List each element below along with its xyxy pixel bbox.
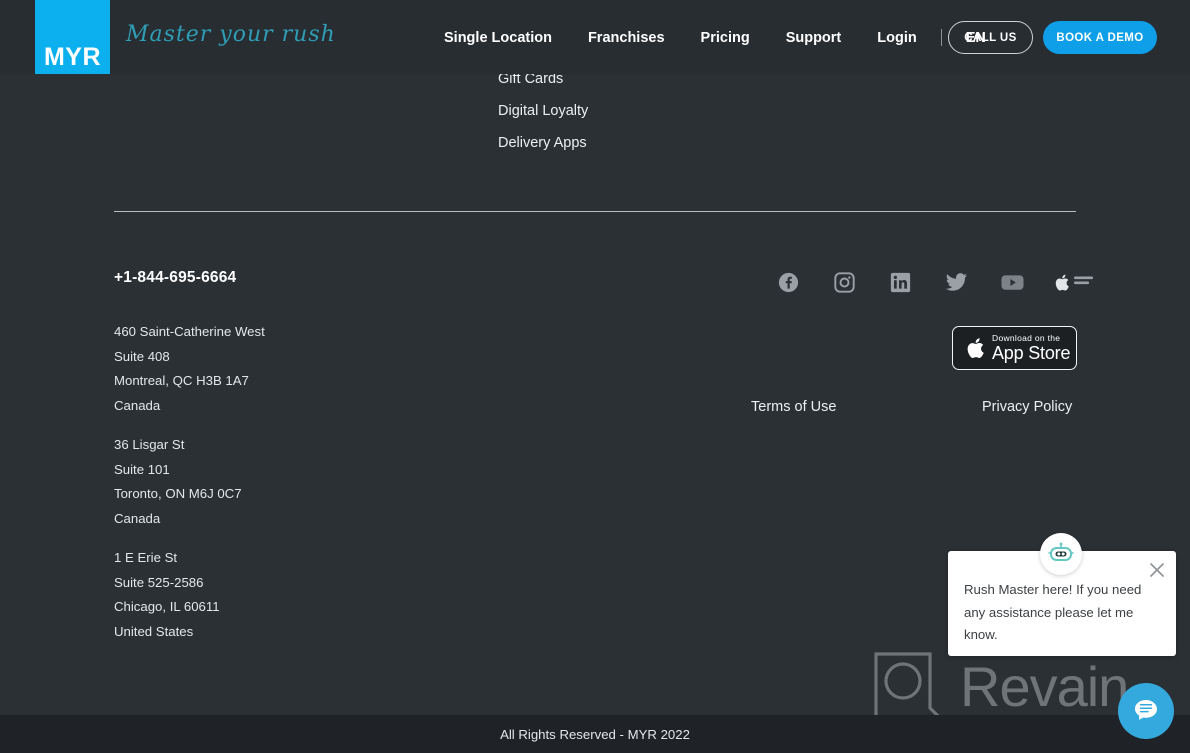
tagline: Master your rush [126, 22, 336, 47]
nav-support[interactable]: Support [786, 30, 842, 46]
app-store-badge[interactable]: Download on the App Store [952, 326, 1077, 370]
nav-single-location[interactable]: Single Location [444, 30, 552, 46]
chat-bot-avatar[interactable] [1040, 533, 1082, 575]
chat-message-text: Rush Master here! If you need any assist… [964, 582, 1142, 642]
app-store-badge-small: Download on the [992, 332, 1061, 343]
facebook-icon[interactable] [776, 270, 800, 294]
revain-logo-icon [872, 650, 946, 724]
nav-login[interactable]: Login [877, 30, 916, 46]
apple-authorized-reseller-icon[interactable] [1054, 270, 1096, 294]
chat-close-icon[interactable] [1148, 561, 1166, 579]
address-line: Chicago, IL 60611 [114, 599, 220, 614]
nav-pricing[interactable]: Pricing [701, 30, 750, 46]
revain-wordmark: Revain [960, 655, 1129, 718]
revain-watermark: Revain [872, 650, 1129, 724]
address-line: Canada [114, 510, 161, 526]
main-nav: Single Location Franchises Pricing Suppo… [444, 29, 986, 46]
myr-logo[interactable]: MYR [35, 0, 110, 74]
address-line: Toronto, ON M6J 0C7 [114, 486, 242, 501]
privacy-policy-link[interactable]: Privacy Policy [982, 399, 1072, 415]
footer-divider [114, 211, 1076, 212]
footer-link-digital-loyalty[interactable]: Digital Loyalty [498, 103, 588, 119]
address-line: 1 E Erie St [114, 550, 178, 565]
book-a-demo-button[interactable]: BOOK A DEMO [1043, 21, 1157, 54]
address-line: Canada [114, 397, 161, 413]
address-line: United States [114, 623, 194, 639]
call-us-button[interactable]: CALL US [948, 21, 1033, 54]
address-line: 36 Lisgar St [114, 437, 185, 452]
apple-logo-icon [963, 335, 985, 361]
terms-of-use-link[interactable]: Terms of Use [751, 399, 836, 415]
address-line: Suite 525-2586 [114, 574, 204, 590]
copyright-text: All Rights Reserved - MYR 2022 [500, 726, 690, 742]
nav-franchises[interactable]: Franchises [588, 30, 665, 46]
site-header: MYR Master your rush Single Location Fra… [0, 0, 1190, 74]
address-line: Suite 101 [114, 461, 170, 477]
address-line: 460 Saint-Catherine West [114, 324, 265, 339]
phone-number[interactable]: +1-844-695-6664 [114, 269, 236, 287]
instagram-icon[interactable] [832, 270, 856, 294]
address-toronto: 36 Lisgar St Suite 101 Toronto, ON M6J 0… [114, 437, 242, 535]
copyright-bar: All Rights Reserved - MYR 2022 [0, 715, 1190, 753]
myr-logo-text: MYR [43, 43, 102, 71]
footer-links-column: Gift Cards Digital Loyalty Delivery Apps [498, 71, 588, 167]
social-links [776, 270, 1096, 294]
footer-link-delivery-apps[interactable]: Delivery Apps [498, 135, 588, 151]
address-montreal: 460 Saint-Catherine West Suite 408 Montr… [114, 324, 265, 422]
youtube-icon[interactable] [1000, 270, 1024, 294]
app-store-badge-text: Download on the App Store [992, 332, 1071, 363]
linkedin-icon[interactable] [888, 270, 912, 294]
twitter-icon[interactable] [944, 270, 968, 294]
chat-launcher-button[interactable] [1118, 683, 1174, 739]
address-line: Suite 408 [114, 348, 170, 364]
page-root: MYR Master your rush Single Location Fra… [0, 0, 1190, 753]
address-line: Montreal, QC H3B 1A7 [114, 373, 249, 388]
address-chicago: 1 E Erie St Suite 525-2586 Chicago, IL 6… [114, 550, 220, 648]
nav-divider [940, 29, 942, 46]
app-store-badge-big: App Store [992, 342, 1071, 363]
